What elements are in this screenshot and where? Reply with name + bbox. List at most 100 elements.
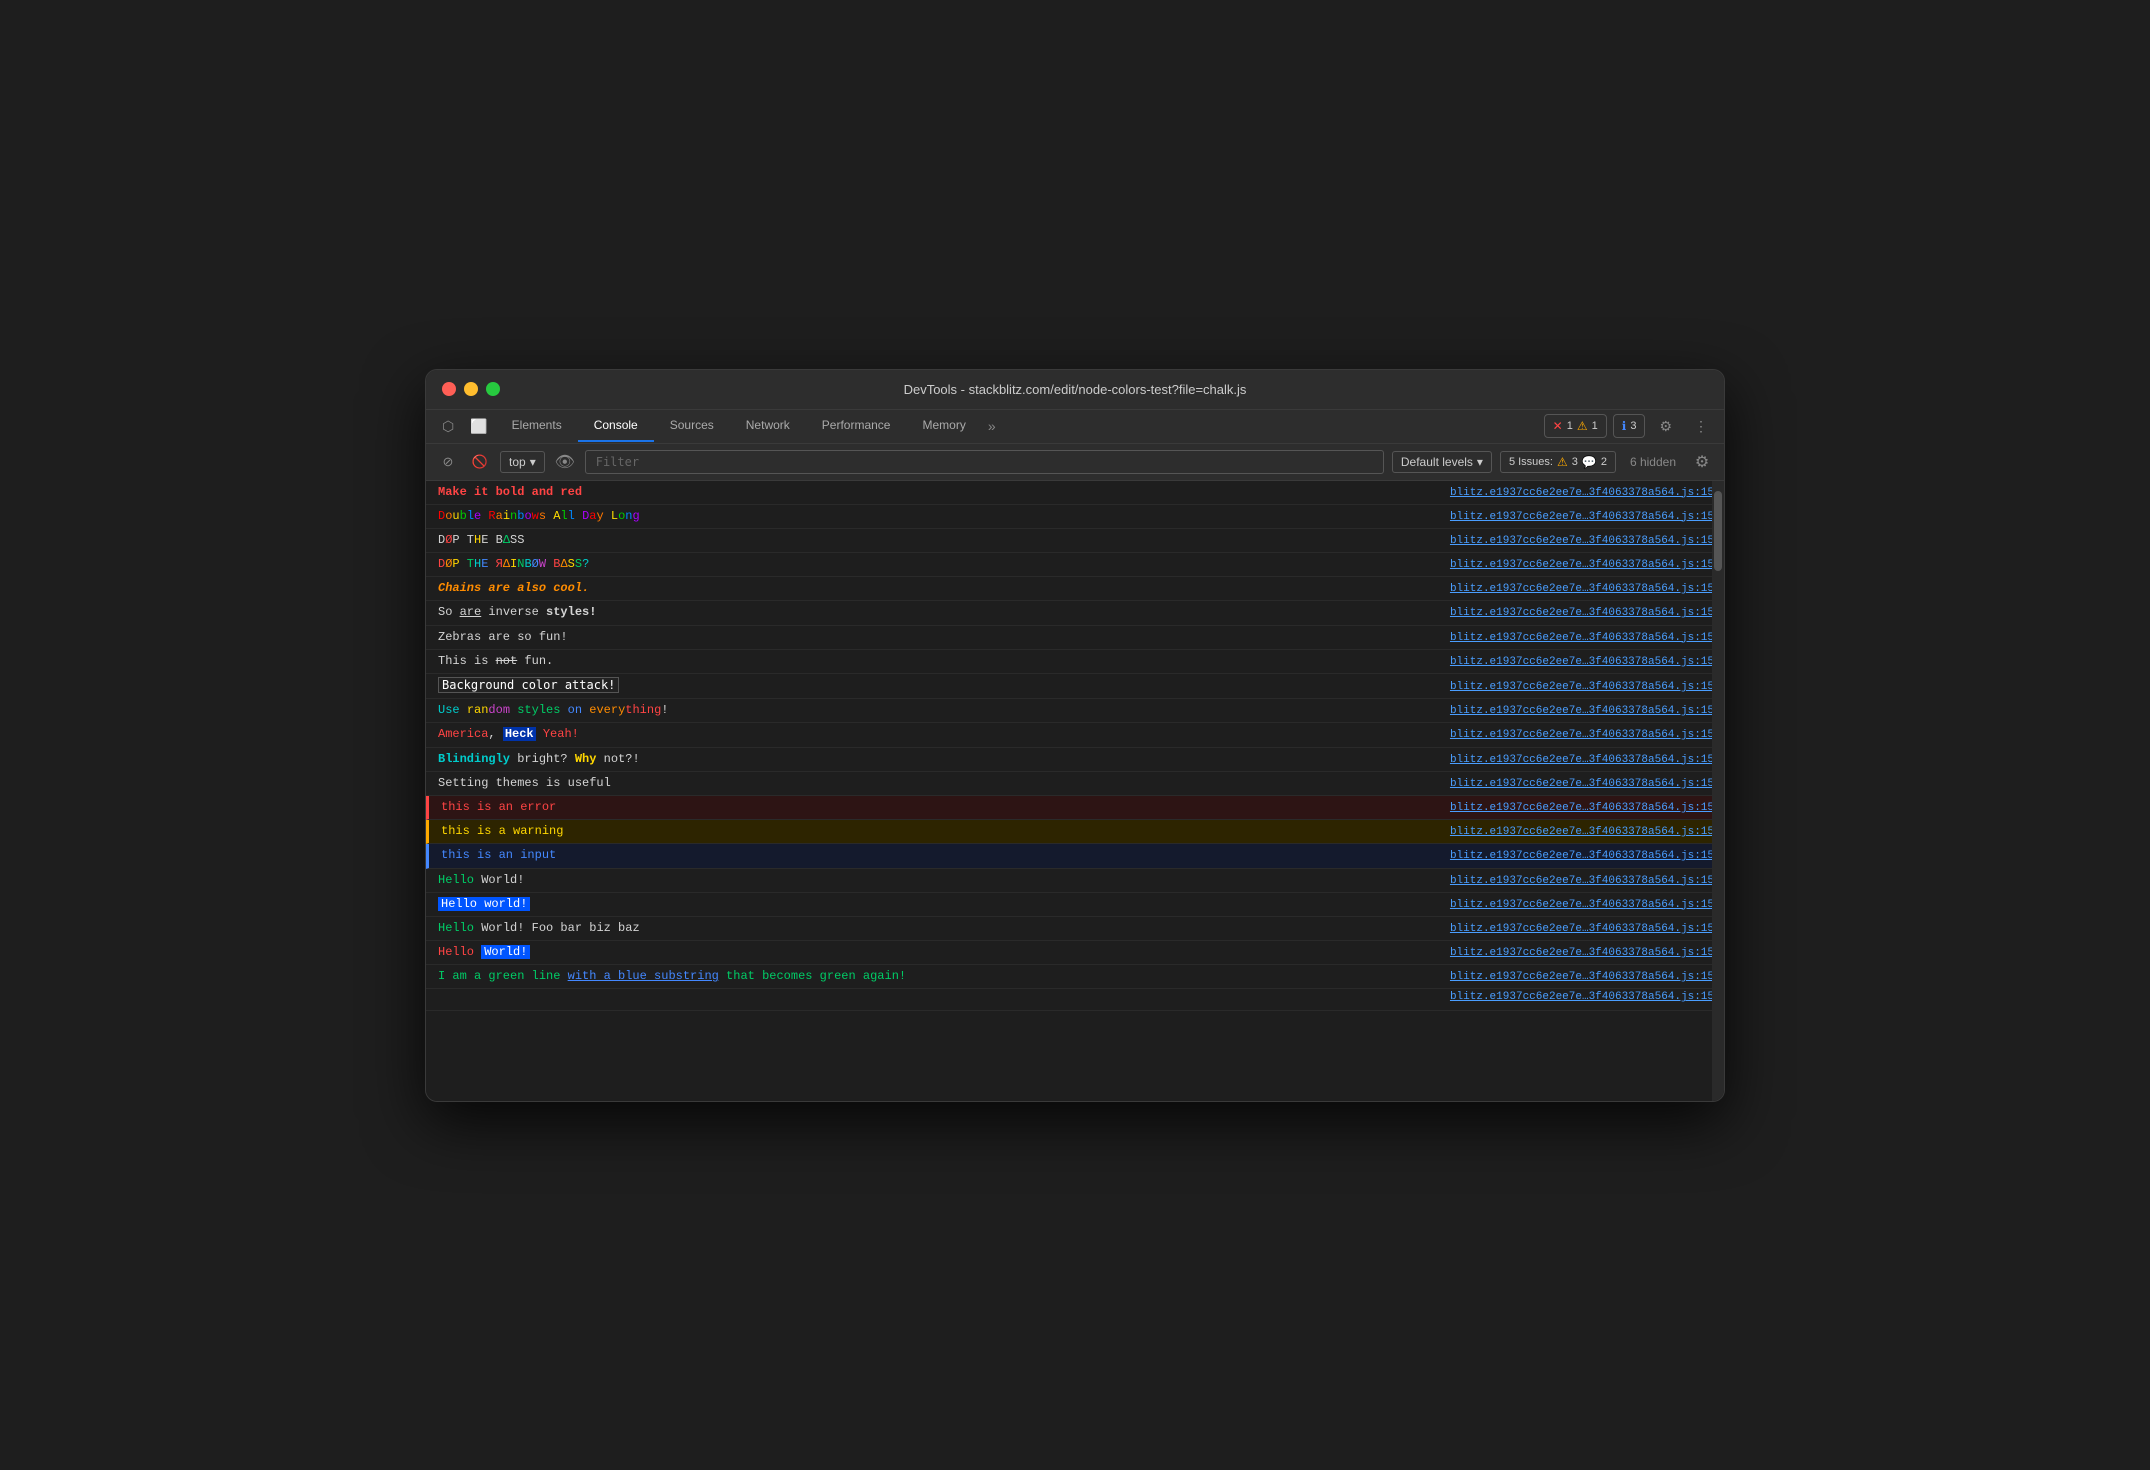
- console-row: I am a green line with a blue substring …: [426, 965, 1724, 989]
- tab-bar: ⬡ ⬜ Elements Console Sources Network Per…: [426, 410, 1724, 444]
- issues-warning-count: 3: [1572, 456, 1578, 468]
- source-link[interactable]: blitz.e1937cc6e2ee7e…3f4063378a564.js:15: [1450, 826, 1714, 838]
- console-row: Use random styles on everything! blitz.e…: [426, 699, 1724, 723]
- source-link[interactable]: blitz.e1937cc6e2ee7e…3f4063378a564.js:15: [1450, 947, 1714, 959]
- more-options-icon[interactable]: ⋮: [1686, 412, 1716, 441]
- source-link[interactable]: blitz.e1937cc6e2ee7e…3f4063378a564.js:15: [1450, 899, 1714, 911]
- source-link[interactable]: blitz.e1937cc6e2ee7e…3f4063378a564.js:15: [1450, 991, 1714, 1003]
- log-levels-selector[interactable]: Default levels ▾: [1392, 451, 1492, 473]
- log-levels-label: Default levels: [1401, 455, 1473, 469]
- console-row: Hello World! Foo bar biz baz blitz.e1937…: [426, 917, 1724, 941]
- more-tabs-button[interactable]: »: [982, 410, 1002, 442]
- console-message: DØP THE BΔSS: [438, 531, 1450, 550]
- maximize-button[interactable]: [486, 382, 500, 396]
- scrollbar-thumb[interactable]: [1714, 491, 1722, 571]
- tab-console[interactable]: Console: [578, 410, 654, 442]
- info-icon: ℹ: [1622, 419, 1627, 433]
- source-link[interactable]: blitz.e1937cc6e2ee7e…3f4063378a564.js:15: [1450, 559, 1714, 571]
- console-message: Make it bold and red: [438, 483, 1450, 502]
- console-message: Setting themes is useful: [438, 774, 1450, 793]
- console-row: blitz.e1937cc6e2ee7e…3f4063378a564.js:15: [426, 989, 1724, 1011]
- filter-input[interactable]: [590, 453, 1379, 471]
- hidden-count[interactable]: 6 hidden: [1624, 452, 1682, 472]
- source-link[interactable]: blitz.e1937cc6e2ee7e…3f4063378a564.js:15: [1450, 802, 1714, 814]
- traffic-lights: [442, 382, 500, 396]
- console-row: Double Rainbows All Day Long blitz.e1937…: [426, 505, 1724, 529]
- error-badge[interactable]: ✕ 1 ⚠ 1: [1544, 414, 1607, 438]
- console-row: America, Heck Yeah! blitz.e1937cc6e2ee7e…: [426, 723, 1724, 747]
- source-link[interactable]: blitz.e1937cc6e2ee7e…3f4063378a564.js:15: [1450, 875, 1714, 887]
- console-output[interactable]: Make it bold and red blitz.e1937cc6e2ee7…: [426, 481, 1724, 1101]
- console-message: Blindingly bright? Why not?!: [438, 750, 1450, 769]
- console-row: Setting themes is useful blitz.e1937cc6e…: [426, 772, 1724, 796]
- inspect-icon[interactable]: ⬜: [462, 410, 495, 443]
- filter-container: [585, 450, 1384, 474]
- log-levels-chevron-icon: ▾: [1477, 455, 1483, 469]
- console-row: Zebras are so fun! blitz.e1937cc6e2ee7e……: [426, 626, 1724, 650]
- console-row: Hello world! blitz.e1937cc6e2ee7e…3f4063…: [426, 893, 1724, 917]
- stop-button[interactable]: 🚫: [468, 450, 492, 474]
- source-link[interactable]: blitz.e1937cc6e2ee7e…3f4063378a564.js:15: [1450, 583, 1714, 595]
- context-selector[interactable]: top ▾: [500, 451, 545, 473]
- source-link[interactable]: blitz.e1937cc6e2ee7e…3f4063378a564.js:15: [1450, 681, 1714, 693]
- console-message: Hello world!: [438, 895, 1450, 914]
- console-message: Hello World!: [438, 943, 1450, 962]
- minimize-button[interactable]: [464, 382, 478, 396]
- console-message: Chains are also cool.: [438, 579, 1450, 598]
- console-message: Zebras are so fun!: [438, 628, 1450, 647]
- source-link[interactable]: blitz.e1937cc6e2ee7e…3f4063378a564.js:15: [1450, 850, 1714, 862]
- info-count: 3: [1630, 420, 1636, 432]
- console-row: This is not fun. blitz.e1937cc6e2ee7e…3f…: [426, 650, 1724, 674]
- source-link[interactable]: blitz.e1937cc6e2ee7e…3f4063378a564.js:15: [1450, 923, 1714, 935]
- clear-console-button[interactable]: ⊘: [436, 450, 460, 474]
- source-link[interactable]: blitz.e1937cc6e2ee7e…3f4063378a564.js:15: [1450, 778, 1714, 790]
- tab-memory[interactable]: Memory: [906, 410, 981, 442]
- console-message: this is a warning: [441, 822, 1450, 841]
- cursor-icon[interactable]: ⬡: [434, 410, 462, 443]
- source-link[interactable]: blitz.e1937cc6e2ee7e…3f4063378a564.js:15: [1450, 705, 1714, 717]
- source-link[interactable]: blitz.e1937cc6e2ee7e…3f4063378a564.js:15: [1450, 607, 1714, 619]
- console-toolbar: ⊘ 🚫 top ▾ 👁 Default levels ▾ 5 Issues: ⚠…: [426, 444, 1724, 481]
- source-link[interactable]: blitz.e1937cc6e2ee7e…3f4063378a564.js:15: [1450, 754, 1714, 766]
- issues-warning-icon: ⚠: [1557, 455, 1568, 469]
- window-title: DevTools - stackblitz.com/edit/node-colo…: [904, 382, 1247, 397]
- source-link[interactable]: blitz.e1937cc6e2ee7e…3f4063378a564.js:15: [1450, 535, 1714, 547]
- console-row: DØP THE BΔSS blitz.e1937cc6e2ee7e…3f4063…: [426, 529, 1724, 553]
- source-link[interactable]: blitz.e1937cc6e2ee7e…3f4063378a564.js:15: [1450, 971, 1714, 983]
- eye-icon[interactable]: 👁: [553, 450, 577, 474]
- source-link[interactable]: blitz.e1937cc6e2ee7e…3f4063378a564.js:15: [1450, 511, 1714, 523]
- console-message: Use random styles on everything!: [438, 701, 1450, 720]
- error-count: 1: [1567, 420, 1573, 432]
- scrollbar-track[interactable]: [1712, 481, 1724, 1101]
- source-link[interactable]: blitz.e1937cc6e2ee7e…3f4063378a564.js:15: [1450, 487, 1714, 499]
- issues-button[interactable]: 5 Issues: ⚠ 3 💬 2: [1500, 451, 1616, 473]
- console-message: Double Rainbows All Day Long: [438, 507, 1450, 526]
- warning-count: 1: [1592, 420, 1598, 432]
- tab-elements[interactable]: Elements: [496, 410, 578, 442]
- warning-icon: ⚠: [1577, 419, 1588, 433]
- console-row: Blindingly bright? Why not?! blitz.e1937…: [426, 748, 1724, 772]
- console-message: Hello World!: [438, 871, 1450, 890]
- console-message: This is not fun.: [438, 652, 1450, 671]
- console-row-warning: this is a warning blitz.e1937cc6e2ee7e…3…: [426, 820, 1724, 844]
- source-link[interactable]: blitz.e1937cc6e2ee7e…3f4063378a564.js:15: [1450, 729, 1714, 741]
- console-row: Hello World! blitz.e1937cc6e2ee7e…3f4063…: [426, 941, 1724, 965]
- console-row: Chains are also cool. blitz.e1937cc6e2ee…: [426, 577, 1724, 601]
- source-link[interactable]: blitz.e1937cc6e2ee7e…3f4063378a564.js:15: [1450, 632, 1714, 644]
- console-message: this is an input: [441, 846, 1450, 865]
- issues-info-icon: 💬: [1582, 455, 1597, 469]
- info-badge[interactable]: ℹ 3: [1613, 414, 1646, 438]
- context-dropdown-icon: ▾: [530, 455, 536, 469]
- tab-network[interactable]: Network: [730, 410, 806, 442]
- console-row: Make it bold and red blitz.e1937cc6e2ee7…: [426, 481, 1724, 505]
- settings-icon[interactable]: ⚙: [1651, 412, 1680, 441]
- issues-label: 5 Issues:: [1509, 456, 1553, 468]
- tab-performance[interactable]: Performance: [806, 410, 907, 442]
- close-button[interactable]: [442, 382, 456, 396]
- tab-sources[interactable]: Sources: [654, 410, 730, 442]
- console-settings-icon[interactable]: ⚙: [1690, 450, 1714, 474]
- title-bar: DevTools - stackblitz.com/edit/node-colo…: [426, 370, 1724, 410]
- tab-bar-right: ✕ 1 ⚠ 1 ℹ 3 ⚙ ⋮: [1544, 412, 1716, 441]
- source-link[interactable]: blitz.e1937cc6e2ee7e…3f4063378a564.js:15: [1450, 656, 1714, 668]
- devtools-window: DevTools - stackblitz.com/edit/node-colo…: [425, 369, 1725, 1102]
